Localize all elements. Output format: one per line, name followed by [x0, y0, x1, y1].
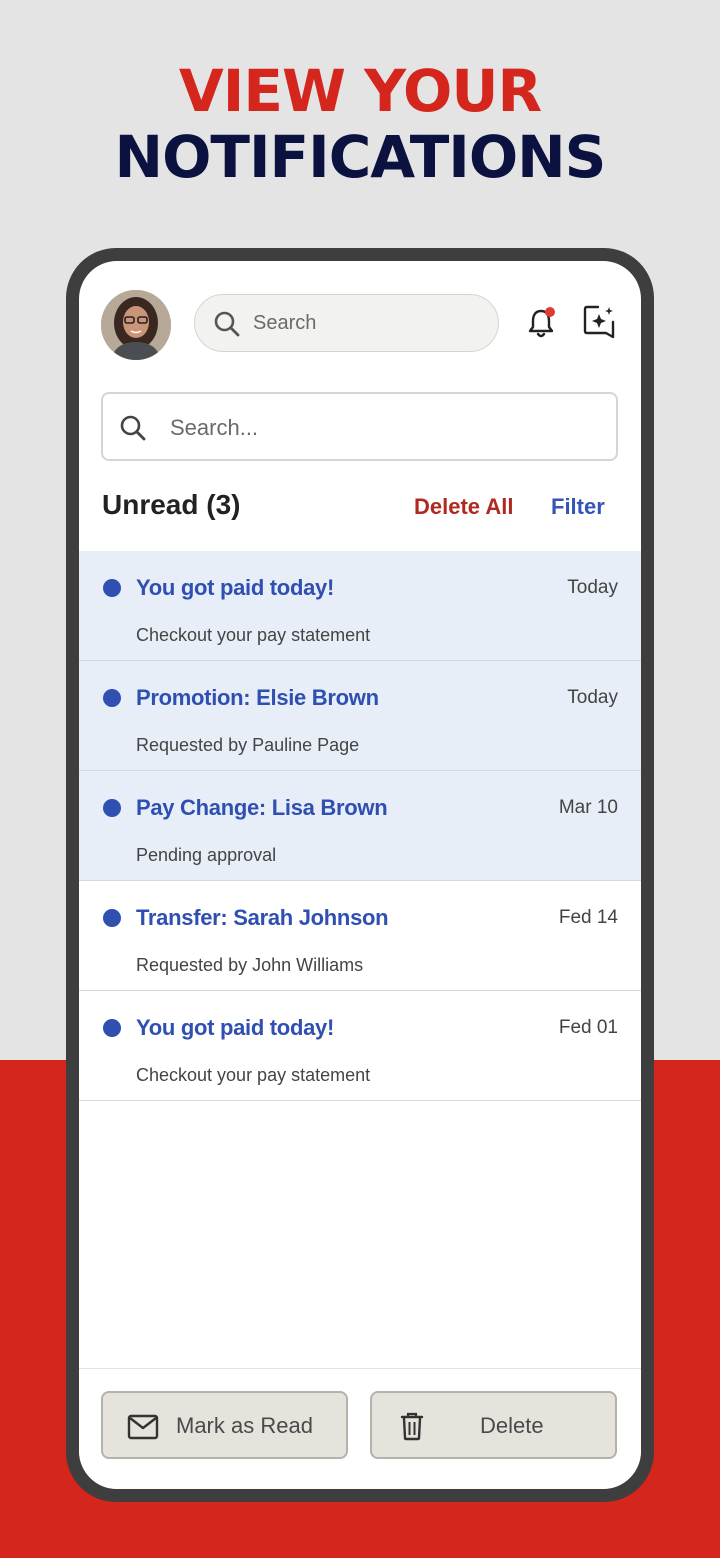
- avatar-photo: [101, 290, 171, 360]
- bottom-action-bar: Mark as Read Delete: [79, 1368, 641, 1489]
- delete-button[interactable]: Delete: [370, 1391, 617, 1459]
- notification-subtitle: Pending approval: [136, 845, 277, 865]
- notifications-search-placeholder: Search...: [170, 415, 259, 440]
- envelope-icon: [127, 1414, 159, 1445]
- hero-heading: VIEW YOUR NOTIFICATIONS: [0, 58, 720, 190]
- notification-title: Promotion: Elsie Brown: [136, 685, 379, 710]
- phone-frame: Search Search... Unread (3) Delete All F…: [66, 248, 654, 1502]
- status-dot: [103, 909, 121, 927]
- delete-all-button[interactable]: Delete All: [414, 494, 513, 520]
- unread-dot: [103, 579, 121, 597]
- top-search-input[interactable]: Search: [194, 294, 499, 352]
- filter-button[interactable]: Filter: [551, 494, 605, 520]
- mark-as-read-label: Mark as Read: [176, 1413, 313, 1438]
- unread-dot: [103, 799, 121, 817]
- top-search-placeholder: Search: [253, 312, 317, 334]
- notification-subtitle: Checkout your pay statement: [136, 1065, 371, 1085]
- notification-item[interactable]: Transfer: Sarah Johnson Fed 14 Requested…: [79, 881, 641, 991]
- bell-icon[interactable]: [527, 306, 557, 345]
- app-screen: Search Search... Unread (3) Delete All F…: [79, 261, 641, 1489]
- notification-date: Mar 10: [558, 797, 618, 818]
- hero-line-2: NOTIFICATIONS: [114, 123, 607, 191]
- notification-title: You got paid today!: [136, 575, 334, 600]
- notification-item[interactable]: You got paid today! Today Checkout your …: [79, 551, 641, 661]
- section-title: Unread (3): [102, 489, 241, 520]
- delete-label: Delete: [480, 1413, 544, 1438]
- notification-date: Today: [567, 687, 618, 708]
- avatar[interactable]: [101, 290, 171, 360]
- notification-list: You got paid today! Today Checkout your …: [79, 551, 641, 1101]
- notification-subtitle: Requested by John Williams: [136, 955, 364, 975]
- notification-title: Pay Change: Lisa Brown: [136, 795, 388, 820]
- sparkle-chat-icon[interactable]: [582, 304, 618, 345]
- hero-line-1: VIEW YOUR: [178, 57, 542, 125]
- search-icon: [119, 414, 147, 447]
- search-icon: [213, 310, 241, 343]
- notification-date: Fed 14: [558, 907, 618, 928]
- notification-subtitle: Checkout your pay statement: [136, 625, 371, 645]
- notification-item[interactable]: Pay Change: Lisa Brown Mar 10 Pending ap…: [79, 771, 641, 881]
- notification-item[interactable]: You got paid today! Fed 01 Checkout your…: [79, 991, 641, 1101]
- notification-item[interactable]: Promotion: Elsie Brown Today Requested b…: [79, 661, 641, 771]
- mark-as-read-button[interactable]: Mark as Read: [101, 1391, 348, 1459]
- notification-date: Today: [567, 577, 618, 598]
- trash-icon: [400, 1411, 424, 1446]
- status-dot: [103, 1019, 121, 1037]
- unread-dot: [103, 689, 121, 707]
- notification-subtitle: Requested by Pauline Page: [136, 735, 360, 755]
- notification-title: You got paid today!: [136, 1015, 334, 1040]
- notification-date: Fed 01: [558, 1017, 618, 1038]
- notification-title: Transfer: Sarah Johnson: [136, 905, 389, 930]
- notifications-search-input[interactable]: Search...: [101, 392, 618, 461]
